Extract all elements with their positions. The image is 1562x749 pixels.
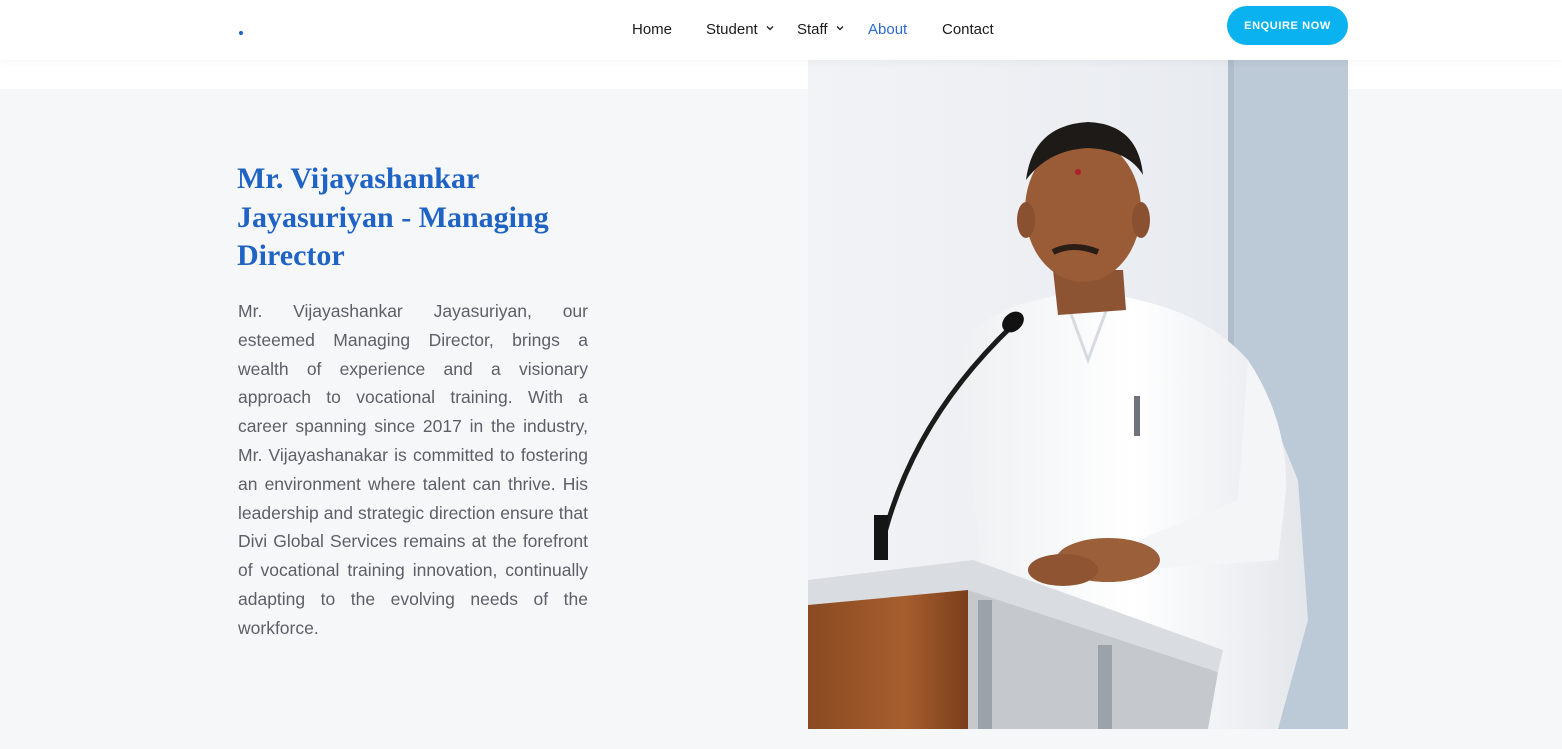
enquire-now-button[interactable]: ENQUIRE NOW: [1227, 6, 1348, 45]
nav-student[interactable]: Student: [706, 19, 775, 39]
nav-home[interactable]: Home: [632, 19, 672, 39]
nav-staff[interactable]: Staff: [797, 19, 845, 39]
nav-contact-label: Contact: [942, 20, 994, 38]
chevron-down-icon: [835, 23, 845, 33]
profile-bio: Mr. Vijayashankar Jayasuriyan, our estee…: [238, 301, 588, 638]
nav-about[interactable]: About: [868, 19, 907, 39]
site-logo[interactable]: [239, 31, 243, 35]
director-photo: [808, 60, 1348, 729]
chevron-down-icon: [765, 23, 775, 33]
profile-heading: Mr. Vijayashankar Jayasuriyan - Managing…: [237, 162, 549, 272]
nav-staff-label: Staff: [797, 20, 828, 38]
nav-contact[interactable]: Contact: [942, 19, 994, 39]
nav-home-label: Home: [632, 20, 673, 38]
nav-about-label: About: [868, 20, 908, 38]
site-header: Home Student Staff About Contact ENQUIRE…: [0, 0, 1562, 60]
nav-student-label: Student: [706, 20, 758, 38]
